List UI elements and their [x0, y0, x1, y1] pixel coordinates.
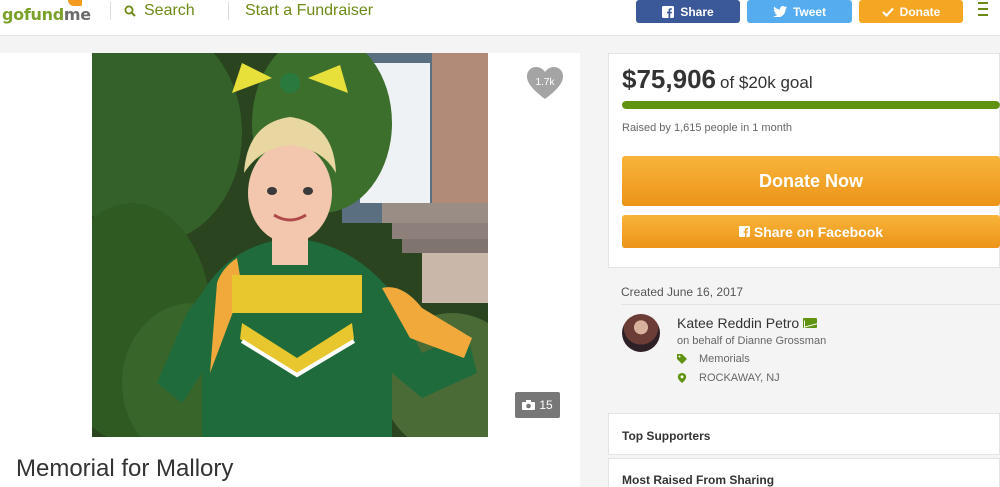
- organizer-name[interactable]: Katee Reddin Petro: [677, 315, 818, 331]
- gofundme-logo[interactable]: gofundme: [2, 0, 98, 32]
- donate-header-button[interactable]: Donate: [859, 0, 963, 23]
- most-raised-sharing-section: Most Raised From Sharing: [608, 458, 1000, 487]
- created-date: Created June 16, 2017: [621, 285, 744, 299]
- menu-icon[interactable]: [978, 2, 988, 18]
- start-fundraiser-link[interactable]: Start a Fundraiser: [245, 2, 373, 20]
- mail-icon[interactable]: [803, 318, 818, 328]
- on-behalf-text: on behalf of Dianne Grossman: [677, 335, 827, 347]
- share-button[interactable]: Share: [636, 0, 740, 23]
- goal-text: of $20k goal: [719, 73, 813, 92]
- campaign-title: Memorial for Mallory: [16, 455, 234, 482]
- photo-count-badge[interactable]: 15: [515, 392, 560, 418]
- category-link[interactable]: Memorials: [677, 353, 750, 365]
- progress-bar: [622, 101, 1000, 109]
- raised-by-text: Raised by 1,615 people in 1 month: [622, 122, 793, 134]
- header-divider: [228, 2, 229, 20]
- search-label: Search: [144, 2, 195, 19]
- site-header: gofundme Search Start a Fundraiser Share…: [0, 0, 1000, 36]
- logo-me: me: [63, 5, 91, 24]
- location: ROCKAWAY, NJ: [677, 372, 780, 384]
- avatar[interactable]: [622, 314, 660, 352]
- tweet-label: Tweet: [792, 4, 827, 19]
- camera-icon: [522, 400, 536, 410]
- tweet-button[interactable]: Tweet: [747, 0, 852, 23]
- raised-summary: $75,906 of $20k goal: [622, 64, 813, 95]
- heart-count: 1.7k: [535, 77, 555, 88]
- location-label: ROCKAWAY, NJ: [699, 372, 780, 384]
- check-icon: [881, 7, 894, 17]
- most-raised-heading: Most Raised From Sharing: [622, 473, 775, 487]
- campaign-photo-image: [92, 53, 488, 437]
- donation-card: $75,906 of $20k goal Raised by 1,615 peo…: [608, 53, 1000, 268]
- facebook-icon: [662, 5, 675, 18]
- search-icon: [124, 5, 136, 17]
- share-label: Share: [680, 4, 714, 19]
- campaign-photo[interactable]: [92, 53, 488, 437]
- category-label: Memorials: [699, 353, 750, 365]
- share-on-facebook-button[interactable]: Share on Facebook: [622, 215, 1000, 248]
- raised-amount: $75,906: [622, 64, 716, 94]
- search-link[interactable]: Search: [124, 2, 195, 20]
- progress-fill: [622, 101, 1000, 109]
- campaign-card: 1.7k 15 Memorial for Mallory: [0, 53, 580, 487]
- photo-count: 15: [539, 398, 553, 412]
- twitter-icon: [772, 6, 787, 17]
- top-supporters-section: Top Supporters: [608, 413, 1000, 455]
- donate-label: Donate: [899, 4, 941, 19]
- logo-go: go: [2, 5, 24, 24]
- divider: [621, 304, 1000, 305]
- share-facebook-label: Share on Facebook: [753, 223, 884, 240]
- location-pin-icon: [677, 373, 687, 383]
- logo-fund: fund: [23, 5, 64, 24]
- top-supporters-heading: Top Supporters: [622, 429, 711, 443]
- tag-icon: [677, 354, 687, 364]
- donate-now-button[interactable]: Donate Now: [622, 156, 1000, 206]
- header-divider: [110, 2, 111, 20]
- facebook-icon: [738, 226, 750, 237]
- organizer-name-label: Katee Reddin Petro: [677, 315, 800, 331]
